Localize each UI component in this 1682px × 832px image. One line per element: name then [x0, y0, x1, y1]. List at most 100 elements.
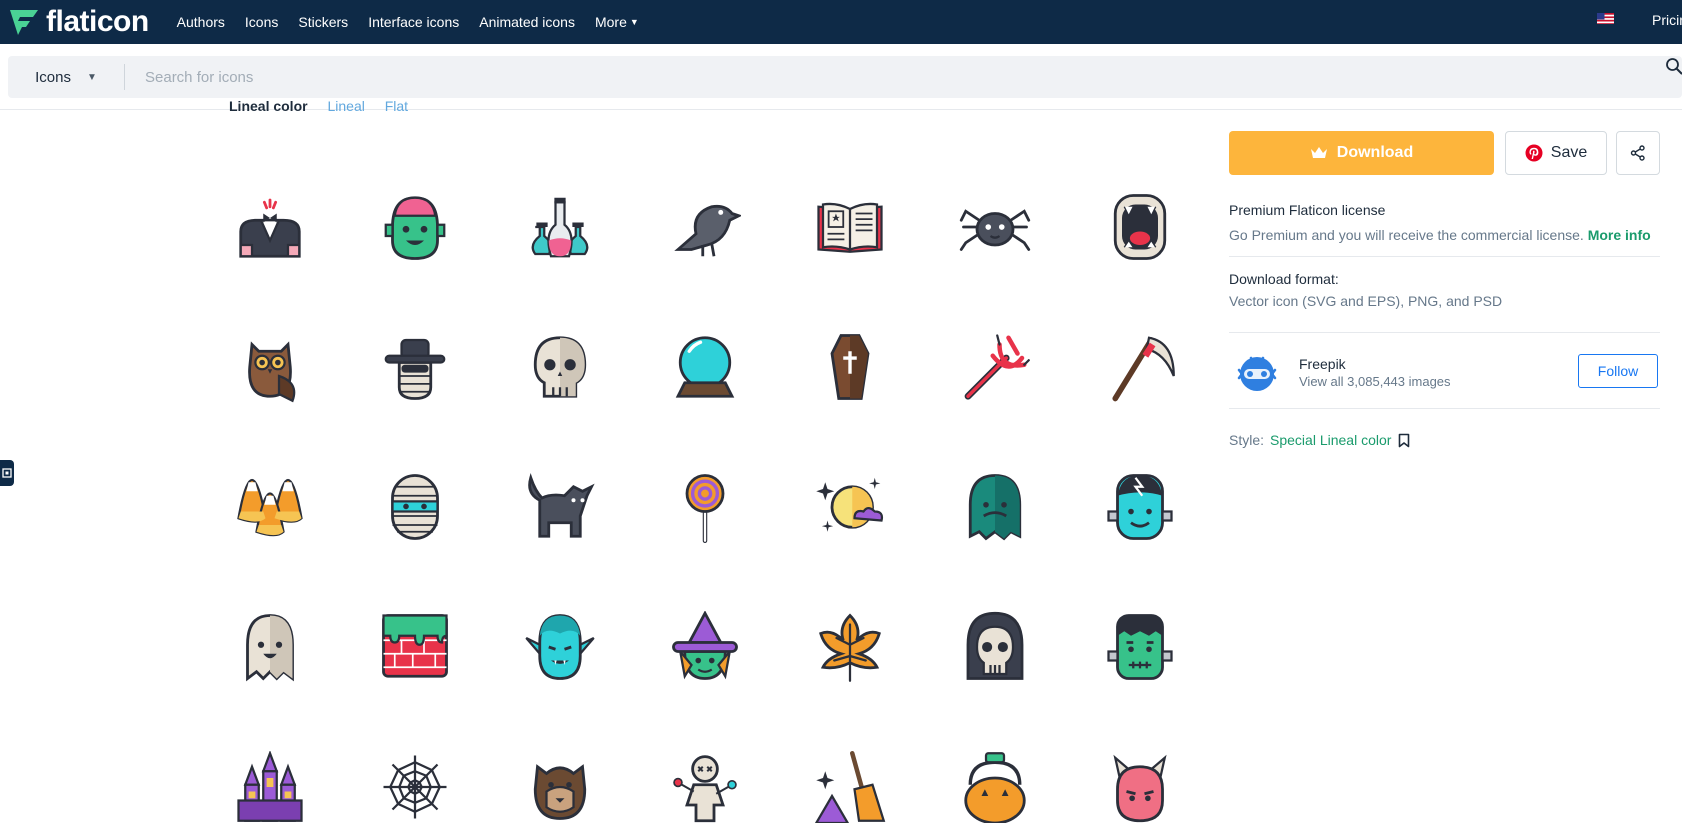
resource-type-label: Icons: [35, 68, 71, 86]
icon-spell-book[interactable]: [805, 182, 895, 272]
icon-werewolf[interactable]: [515, 742, 605, 832]
nav-link-stickers[interactable]: Stickers: [298, 14, 348, 30]
resource-type-dropdown[interactable]: Icons ▼: [8, 69, 124, 86]
style-tab-lineal[interactable]: Lineal: [327, 98, 364, 114]
search-icon[interactable]: [1665, 57, 1682, 75]
spider-web-icon: [383, 755, 447, 819]
icon-trident[interactable]: [950, 322, 1040, 412]
author-name[interactable]: Freepik: [1299, 356, 1346, 372]
frankenstein-icon: [1107, 614, 1173, 680]
haunted-house-icon: [237, 751, 303, 822]
nav-link-icons[interactable]: Icons: [245, 14, 278, 30]
icon-invisible-man[interactable]: [370, 322, 460, 412]
icon-owl[interactable]: [225, 322, 315, 412]
slime-wall-icon: [382, 614, 448, 678]
icon-mummy[interactable]: [370, 462, 460, 552]
icon-spider[interactable]: [950, 182, 1040, 272]
icon-voodoo-doll[interactable]: [660, 742, 750, 832]
icon-slime-wall[interactable]: [370, 602, 460, 692]
icon-frankenstein-bride[interactable]: [1095, 462, 1185, 552]
more-info-link[interactable]: More info: [1588, 227, 1651, 243]
icon-haunted-house[interactable]: [225, 742, 315, 832]
pumpkin-bucket-icon: [964, 752, 1026, 823]
caret-down-icon: ▼: [629, 17, 639, 27]
black-cat-icon: [528, 472, 595, 538]
pinterest-icon: [1525, 144, 1543, 162]
icon-ghost-monster[interactable]: [950, 462, 1040, 552]
format-text: Vector icon (SVG and EPS), PNG, and PSD: [1229, 293, 1503, 309]
flaticon-logo[interactable]: flaticon: [8, 0, 149, 44]
bookmark-icon[interactable]: [1398, 433, 1410, 448]
icon-witch-broom[interactable]: [805, 742, 895, 832]
us-flag-icon[interactable]: [1597, 12, 1614, 24]
divider: [1229, 408, 1660, 409]
share-button[interactable]: [1616, 131, 1660, 175]
style-label: Style:: [1229, 432, 1265, 448]
icon-devil[interactable]: [1095, 742, 1185, 832]
nav-link-pricing[interactable]: Pricing: [1652, 12, 1682, 28]
icon-frankenstein[interactable]: [1095, 602, 1185, 692]
style-tab-flat[interactable]: Flat: [385, 98, 408, 114]
share-icon: [1630, 145, 1645, 161]
ghost-monster-icon: [968, 474, 1022, 541]
monster-mouth-icon: [1113, 194, 1167, 260]
author-avatar[interactable]: [1235, 350, 1279, 394]
icon-vampire-suit[interactable]: [225, 182, 315, 272]
style-tab-current[interactable]: Lineal color: [229, 98, 308, 114]
vampire-icon: [525, 614, 595, 680]
download-button[interactable]: Download: [1229, 131, 1494, 175]
frankenstein-bride-icon: [1107, 474, 1173, 540]
style-link[interactable]: Special Lineal color: [1270, 432, 1391, 448]
follow-button[interactable]: Follow: [1578, 354, 1658, 388]
icon-witch[interactable]: [660, 602, 750, 692]
icon-spider-web[interactable]: [370, 742, 460, 832]
feedback-icon: [2, 468, 12, 478]
icon-pumpkin-bucket[interactable]: [950, 742, 1040, 832]
flaticon-logo-icon: [10, 10, 38, 35]
icon-scythe[interactable]: [1095, 322, 1185, 412]
potions-icon: [531, 197, 589, 258]
icon-grim-reaper[interactable]: [950, 602, 1040, 692]
vampire-suit-icon: [239, 198, 301, 258]
nav-links: Authors Icons Stickers Interface icons A…: [177, 14, 659, 30]
crown-icon: [1310, 147, 1327, 158]
nav-link-more[interactable]: More ▼: [595, 14, 639, 30]
icon-lollipop[interactable]: [660, 462, 750, 552]
search-input[interactable]: [125, 57, 1682, 97]
icon-ghost[interactable]: [225, 602, 315, 692]
skull-icon: [533, 336, 587, 398]
icon-coffin[interactable]: [805, 322, 895, 412]
scythe-icon: [1112, 336, 1175, 402]
download-label: Download: [1336, 144, 1414, 161]
caret-down-icon: ▼: [86, 71, 97, 83]
invisible-man-icon: [384, 338, 446, 400]
spell-book-icon: [817, 202, 883, 253]
candy-corn-icon: [237, 478, 303, 537]
nav-link-animated-icons[interactable]: Animated icons: [479, 14, 575, 30]
license-text-row: Go Premium and you will receive the comm…: [1229, 227, 1651, 243]
license-title: Premium Flaticon license: [1229, 202, 1386, 218]
witch-icon: [672, 611, 738, 680]
icon-monster-mouth[interactable]: [1095, 182, 1185, 272]
save-label: Save: [1550, 144, 1588, 161]
icon-candy-corn[interactable]: [225, 462, 315, 552]
author-view-all-link[interactable]: View all 3,085,443 images: [1299, 374, 1451, 389]
icon-black-cat[interactable]: [515, 462, 605, 552]
nav-link-authors[interactable]: Authors: [177, 14, 225, 30]
style-tabs: Lineal color Lineal Flat: [229, 98, 424, 114]
icon-vampire[interactable]: [515, 602, 605, 692]
icon-moon-night[interactable]: [805, 462, 895, 552]
icon-zombie[interactable]: [370, 182, 460, 272]
icon-crystal-ball[interactable]: [660, 322, 750, 412]
side-feedback-tab[interactable]: [0, 460, 14, 486]
icon-autumn-leaf[interactable]: [805, 602, 895, 692]
owl-icon: [248, 341, 296, 403]
icon-crow[interactable]: [660, 182, 750, 272]
license-text: Go Premium and you will receive the comm…: [1229, 227, 1584, 243]
style-row: Style: Special Lineal color: [1229, 432, 1410, 448]
logo-text: flaticon: [46, 5, 149, 38]
save-button[interactable]: Save: [1505, 131, 1607, 175]
icon-potions[interactable]: [515, 182, 605, 272]
icon-skull[interactable]: [515, 322, 605, 412]
nav-link-interface-icons[interactable]: Interface icons: [368, 14, 459, 30]
